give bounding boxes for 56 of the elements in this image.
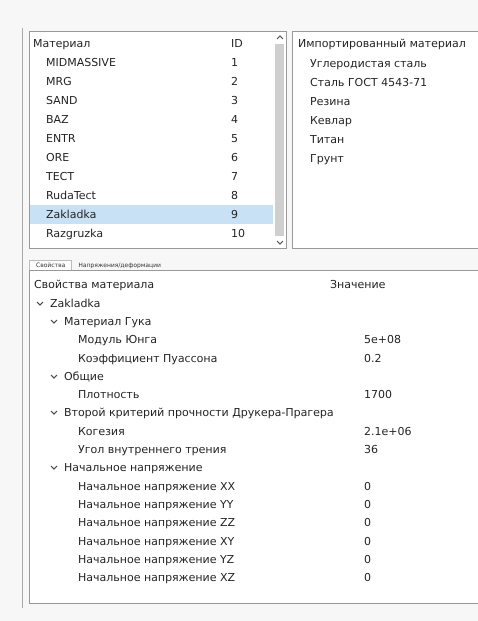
property-name: Коэффициент Пуассона	[78, 352, 218, 365]
chevron-down-icon[interactable]	[50, 465, 58, 470]
list-item[interactable]: Кевлар	[298, 111, 478, 130]
tree-group-label[interactable]: Zakladka	[50, 296, 100, 310]
tree-group-label[interactable]: Второй критерий прочности Друкера-Прагера	[64, 406, 334, 420]
property-name: Начальное напряжение XY	[78, 534, 234, 548]
property-value: 1700	[364, 388, 392, 402]
property-name: Начальное напряжение XX	[78, 480, 236, 493]
list-item[interactable]: Резина	[298, 92, 478, 111]
property-name: Плотность	[78, 388, 140, 402]
column-header[interactable]: Значение	[330, 278, 386, 291]
property-value: 0	[364, 498, 371, 511]
property-value: 0	[364, 552, 371, 566]
property-name: Начальное напряжение YZ	[78, 552, 234, 566]
list-item[interactable]: Титан	[298, 130, 478, 149]
chevron-down-icon[interactable]	[50, 374, 58, 379]
property-name: Модуль Юнга	[78, 333, 157, 346]
chevron-down-icon[interactable]	[50, 318, 58, 324]
column-header[interactable]: Свойства материала	[34, 278, 330, 291]
property-name: Когезия	[78, 424, 125, 438]
list-row[interactable]: MIDMASSIVE 1	[30, 53, 273, 72]
chevron-down-icon[interactable]	[36, 300, 44, 306]
list-row[interactable]: SAND 3	[30, 91, 273, 110]
list-row[interactable]: ORE 6	[30, 148, 273, 167]
property-value: 0	[364, 534, 371, 548]
column-header[interactable]: Материал	[30, 37, 231, 50]
list-item[interactable]: Грунт	[298, 149, 478, 168]
column-header[interactable]: ID	[231, 37, 271, 50]
property-name: Начальное напряжение XZ	[78, 571, 236, 584]
tree-group-label[interactable]: Общие	[64, 370, 104, 383]
list-row[interactable]: Razgruzka 10	[30, 224, 273, 243]
property-value: 2.1e+06	[364, 424, 412, 438]
property-value: 0	[364, 571, 371, 584]
property-name: Начальное напряжение YY	[78, 498, 234, 511]
list-item[interactable]: Сталь ГОСТ 4543-71	[298, 73, 478, 92]
column-header[interactable]: Импортированный материал	[298, 35, 478, 54]
property-value: 0.2	[364, 352, 382, 365]
list-item[interactable]: Углеродистая сталь	[298, 54, 478, 73]
list-row[interactable]: TECT 7	[30, 167, 273, 186]
list-row[interactable]: ENTR 5	[30, 129, 273, 148]
property-value: 0	[364, 480, 371, 493]
property-value: 5e+08	[364, 333, 401, 346]
property-name: Угол внутреннего трения	[78, 443, 226, 456]
list-row[interactable]: Zakladka 9	[30, 205, 273, 224]
list-row[interactable]: MRG 2	[30, 72, 273, 91]
chevron-down-icon[interactable]	[50, 410, 58, 416]
property-value: 36	[364, 443, 378, 456]
scroll-thumb[interactable]	[275, 44, 284, 236]
property-value: 0	[364, 516, 371, 530]
property-name: Начальное напряжение ZZ	[78, 516, 236, 530]
tree-group-label[interactable]: Начальное напряжение	[64, 461, 202, 474]
list-row[interactable]: RudaTect 8	[30, 186, 273, 205]
scroll-down-icon[interactable]	[276, 240, 284, 245]
tree-group-label[interactable]: Материал Гука	[64, 314, 152, 328]
list-row[interactable]: BAZ 4	[30, 110, 273, 129]
scroll-up-icon[interactable]	[276, 35, 284, 40]
